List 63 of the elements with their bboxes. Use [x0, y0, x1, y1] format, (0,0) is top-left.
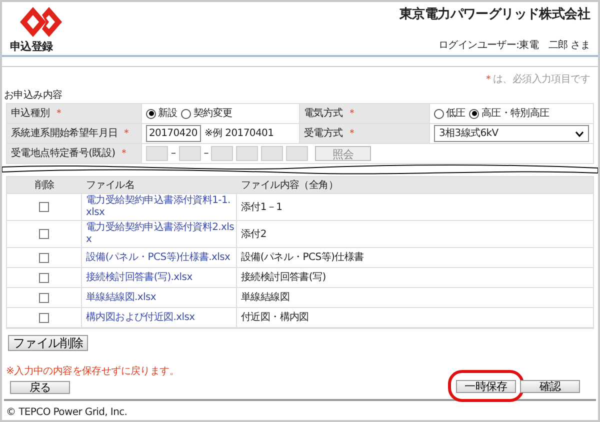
file-link[interactable]: 設備(パネル・PCS等)仕様書.xlsx: [86, 252, 230, 264]
required-mark: ＊: [119, 147, 129, 161]
radio-button[interactable]: [181, 108, 192, 118]
required-mark: ＊: [122, 127, 132, 141]
number-field[interactable]: [236, 146, 258, 161]
radio-label: 新設: [158, 106, 178, 121]
radio-button[interactable]: [469, 108, 480, 118]
radio-label: 低圧: [446, 107, 466, 121]
logo-icon: [18, 5, 64, 39]
radio-button[interactable]: [434, 108, 444, 118]
required-mark: ＊: [346, 127, 357, 141]
company-name: 東京電力パワーグリッド株式会社: [399, 6, 590, 24]
action-button[interactable]: 確認: [520, 380, 580, 393]
file-content-cell-text: 設備(パネル・PCS等)仕様書: [241, 250, 364, 265]
file-link[interactable]: 接続検討回答書(写).xlsx: [86, 272, 192, 284]
dash-separator: –: [171, 147, 176, 161]
delete-checkbox[interactable]: [39, 229, 49, 239]
chevron-down-icon: [575, 130, 584, 136]
column-header: 削除: [34, 178, 56, 192]
file-content-cell-text: 付近図・構内図: [241, 310, 309, 325]
column-header: ファイル名: [85, 178, 136, 192]
login-user: ログインユーザー:東電 二郎 さま: [438, 38, 590, 53]
required-mark: ＊: [346, 107, 357, 121]
delete-checkbox[interactable]: [39, 312, 49, 322]
copyright: © TEPCO Power Grid, Inc.: [5, 406, 128, 420]
file-content-cell-text: 添付1－1: [241, 200, 282, 214]
number-field[interactable]: [286, 146, 308, 161]
file-link[interactable]: 電力受給契約申込書添付資料2.xlsx: [86, 222, 236, 246]
number-field[interactable]: [146, 146, 168, 161]
delete-checkbox[interactable]: [39, 272, 49, 282]
required-note: ＊は、必須入力項目です: [483, 72, 590, 87]
form-label-cell: 受電地点特定番号(既設) ＊: [7, 144, 142, 163]
file-content-cell-text: 接続検討回答書(写): [241, 270, 326, 285]
number-field[interactable]: [178, 146, 201, 161]
delete-checkbox[interactable]: [39, 252, 49, 262]
column-header: ファイル内容（全角）: [240, 178, 340, 192]
required-mark: ＊: [54, 107, 64, 121]
date-example: ※例 20170401: [204, 127, 274, 141]
form-label-cell: 系統連系開始希望年月日 ＊: [7, 124, 142, 143]
form-label-cell: 電気方式 ＊: [300, 104, 430, 123]
back-note: ※入力中の内容を保存せずに戻ります。: [5, 364, 180, 379]
form-label-cell: 受電方式 ＊: [300, 124, 430, 143]
number-field[interactable]: [211, 146, 234, 161]
file-content-cell-text: 添付2: [241, 228, 266, 242]
action-button[interactable]: 一時保存: [456, 380, 516, 393]
file-link[interactable]: 電力受給契約申込書添付資料1-1.xlsx: [86, 195, 236, 219]
dash-separator: –: [204, 147, 208, 161]
file-content-cell-text: 単線結線図: [241, 291, 290, 305]
date-field[interactable]: 20170420: [146, 125, 200, 142]
back-button[interactable]: 戻る: [10, 381, 70, 394]
page-title: 申込登録: [10, 39, 54, 55]
file-link[interactable]: 構内図および付近図.xlsx: [86, 312, 195, 324]
select-field[interactable]: 3相3線式6kV: [434, 125, 589, 142]
form-label-cell: 申込種別 ＊: [7, 104, 142, 123]
section-title: お申込み内容: [3, 88, 64, 103]
delete-checkbox[interactable]: [39, 292, 49, 302]
file-delete-button[interactable]: ファイル削除: [8, 335, 88, 351]
radio-label: 契約変更: [193, 106, 232, 121]
delete-checkbox[interactable]: [39, 202, 49, 212]
radio-button[interactable]: [146, 108, 156, 118]
number-field[interactable]: [261, 146, 284, 161]
file-link[interactable]: 単線結線図.xlsx: [86, 292, 156, 304]
radio-label: 高圧・特別高圧: [481, 106, 550, 121]
